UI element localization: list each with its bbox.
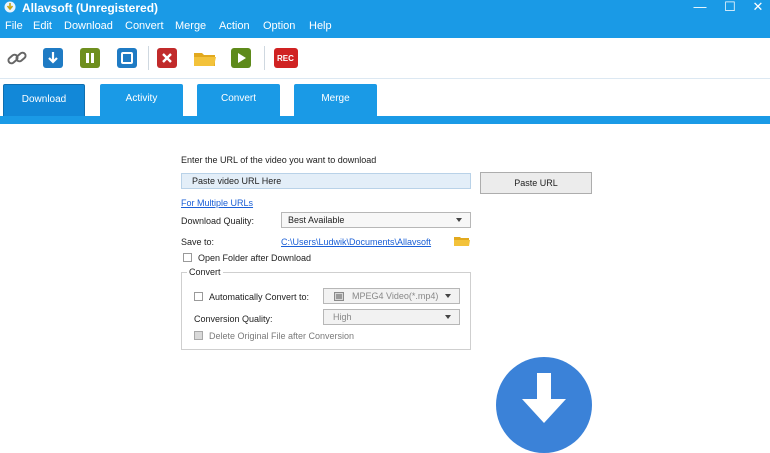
delete-original-label: Delete Original File after Conversion [209,331,355,341]
minimize-button[interactable]: — [688,0,712,16]
tab-underline [0,116,770,124]
paste-url-button[interactable]: Paste URL [480,172,592,194]
window-title: Allavsoft (Unregistered) [22,1,159,15]
app-logo-icon [4,1,16,13]
download-arrow-icon [522,373,566,423]
save-to-label: Save to: [181,237,215,247]
open-folder-label: Open Folder after Download [198,253,312,263]
chevron-down-icon [456,218,462,222]
folder-icon[interactable] [454,235,470,247]
url-input[interactable]: Paste video URL Here [181,173,471,189]
menu-action[interactable]: Action [219,19,250,33]
delete-original-checkbox[interactable] [194,331,203,340]
auto-convert-value: MPEG4 Video(*.mp4) [352,291,439,301]
toolbar-separator [264,46,265,70]
toolbar-separator [148,46,149,70]
menu-bar: File Edit Download Convert Merge Action … [0,16,770,38]
tab-download[interactable]: Download [3,84,85,118]
menu-merge[interactable]: Merge [175,19,206,33]
play-icon[interactable] [231,48,251,68]
chevron-down-icon [445,315,451,319]
multiple-urls-link[interactable]: For Multiple URLs [181,197,253,209]
folder-icon[interactable] [193,48,217,68]
toolbar: REC [0,38,770,79]
tab-merge[interactable]: Merge [294,84,377,118]
menu-help[interactable]: Help [309,19,332,33]
auto-convert-select[interactable]: MPEG4 Video(*.mp4) [323,288,460,304]
maximize-button[interactable]: ☐ [718,0,742,16]
video-file-icon [334,292,344,301]
title-bar: Allavsoft (Unregistered) — ☐ ✕ [0,0,770,16]
save-path-link[interactable]: C:\Users\Ludwik\Documents\Allavsoft [281,236,431,248]
download-quality-label: Download Quality: [181,216,255,226]
menu-convert[interactable]: Convert [125,19,164,33]
conversion-quality-label: Conversion Quality: [194,314,273,324]
big-download-button[interactable] [496,357,592,453]
convert-group-title: Convert [187,266,223,278]
close-button[interactable]: ✕ [746,0,770,16]
conversion-quality-value: High [333,312,352,322]
open-folder-checkbox[interactable] [183,253,192,262]
link-icon[interactable] [6,47,28,69]
menu-file[interactable]: File [5,19,23,33]
auto-convert-checkbox[interactable] [194,292,203,301]
tab-activity[interactable]: Activity [100,84,183,118]
download-quality-select[interactable]: Best Available [281,212,471,228]
url-prompt: Enter the URL of the video you want to d… [181,155,377,165]
pause-icon[interactable] [80,48,100,68]
rec-label: REC [277,54,294,63]
auto-convert-label: Automatically Convert to: [209,292,310,302]
menu-download[interactable]: Download [64,19,113,33]
chevron-down-icon [445,294,451,298]
delete-icon[interactable] [157,48,177,68]
conversion-quality-select[interactable]: High [323,309,460,325]
menu-option[interactable]: Option [263,19,295,33]
stop-icon[interactable] [117,48,137,68]
download-icon[interactable] [43,48,63,68]
tab-convert[interactable]: Convert [197,84,280,118]
download-quality-value: Best Available [288,215,345,225]
menu-edit[interactable]: Edit [33,19,52,33]
